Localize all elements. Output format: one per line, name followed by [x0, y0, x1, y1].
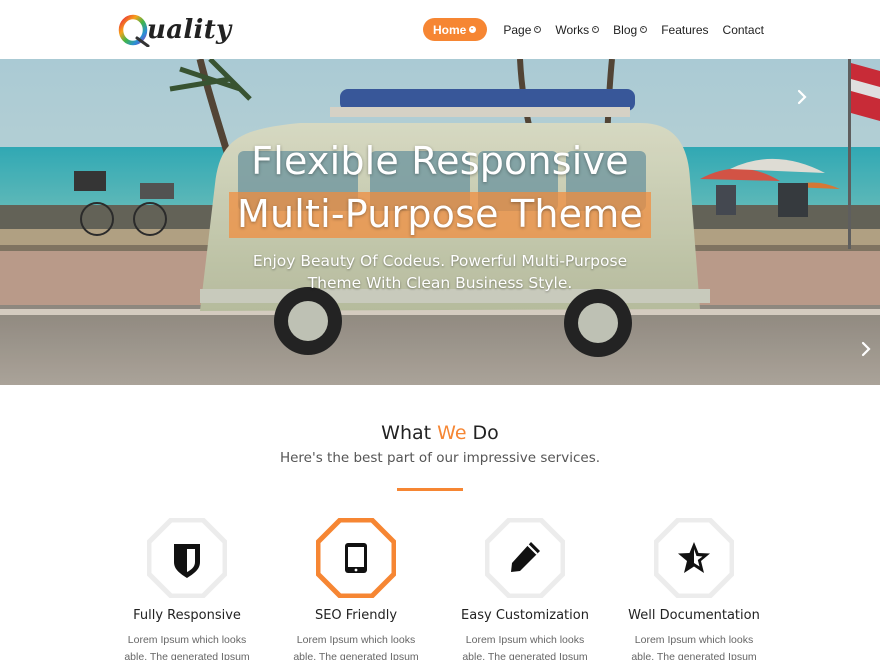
service-badge[interactable]: [485, 518, 565, 598]
service-badge[interactable]: [654, 518, 734, 598]
services-title: What We Do: [0, 422, 880, 444]
chevron-down-icon: [534, 26, 542, 33]
logo-wordmark: uality: [147, 15, 232, 45]
nav-item-features[interactable]: Features: [661, 18, 708, 41]
nav-item-blog[interactable]: Blog: [613, 18, 648, 41]
hero-slider: Flexible Responsive Multi-Purpose Theme …: [0, 59, 880, 385]
chevron-down-icon: [469, 26, 477, 33]
services-title-accent: We: [437, 422, 467, 444]
service-description-line: able. The generated Ipsum: [462, 651, 588, 660]
chevron-right-icon[interactable]: [794, 89, 810, 105]
service-title: Well Documentation: [628, 608, 760, 623]
service-description-line: Lorem Ipsum which looks: [634, 634, 754, 646]
services-divider: [397, 488, 463, 491]
service-description-line: Lorem Ipsum which looks: [127, 634, 247, 646]
service-description: Lorem Ipsum which looks able. The genera…: [614, 632, 774, 660]
services-title-post: Do: [466, 422, 499, 444]
nav-item-label: Contact: [722, 22, 764, 37]
service-description: Lorem Ipsum which looks able. The genera…: [107, 632, 267, 660]
hero-title-line-2: Multi-Purpose Theme: [0, 192, 880, 238]
nav-item-works[interactable]: Works: [555, 18, 600, 41]
service-description-line: able. The generated Ipsum: [124, 651, 250, 660]
service-description-line: Lorem Ipsum which looks: [296, 634, 416, 646]
service-badge[interactable]: [316, 518, 396, 598]
tablet-icon: [345, 543, 367, 573]
nav-item-label: Blog: [613, 22, 638, 37]
nav-item-home[interactable]: Home: [423, 18, 488, 41]
site-logo[interactable]: uality: [118, 9, 231, 51]
service-description: Lorem Ipsum which looks able. The genera…: [276, 632, 436, 660]
service-title: SEO Friendly: [314, 608, 398, 623]
hero-subtitle-line-2: Theme With Clean Business Style.: [307, 274, 573, 292]
main-nav: Home Page Works Blog Features Contact: [423, 18, 764, 41]
next-slide-chevron-icon[interactable]: [858, 341, 874, 357]
nav-item-label: Page: [503, 22, 532, 37]
nav-item-label: Features: [661, 22, 709, 37]
service-description: Lorem Ipsum which looks able. The genera…: [445, 632, 605, 660]
site-header: uality Home Page Works Blog Features Con…: [0, 0, 880, 59]
hero-title-line-1: Flexible Responsive: [251, 139, 629, 183]
nav-item-label: Works: [555, 22, 590, 37]
service-description-line: able. The generated Ipsum: [293, 651, 419, 660]
service-title: Easy Customization: [461, 608, 589, 623]
services-subtitle: Here's the best part of our impressive s…: [279, 450, 601, 466]
nav-item-label: Home: [433, 22, 467, 37]
service-description-line: Lorem Ipsum which looks: [465, 634, 585, 646]
hero-title-highlight: Multi-Purpose Theme: [228, 192, 652, 238]
chevron-down-icon: [640, 26, 648, 33]
service-badge[interactable]: [147, 518, 227, 598]
hero-subtitle-line-1: Enjoy Beauty Of Codeus. Powerful Multi-P…: [252, 252, 628, 270]
service-description-line: able. The generated Ipsum: [631, 651, 757, 660]
nav-item-contact[interactable]: Contact: [723, 18, 764, 41]
logo-q-icon: [118, 14, 150, 47]
nav-item-page[interactable]: Page: [503, 18, 542, 41]
chevron-down-icon: [592, 26, 600, 33]
services-title-pre: What: [381, 422, 438, 444]
service-title: Fully Responsive: [133, 608, 241, 623]
